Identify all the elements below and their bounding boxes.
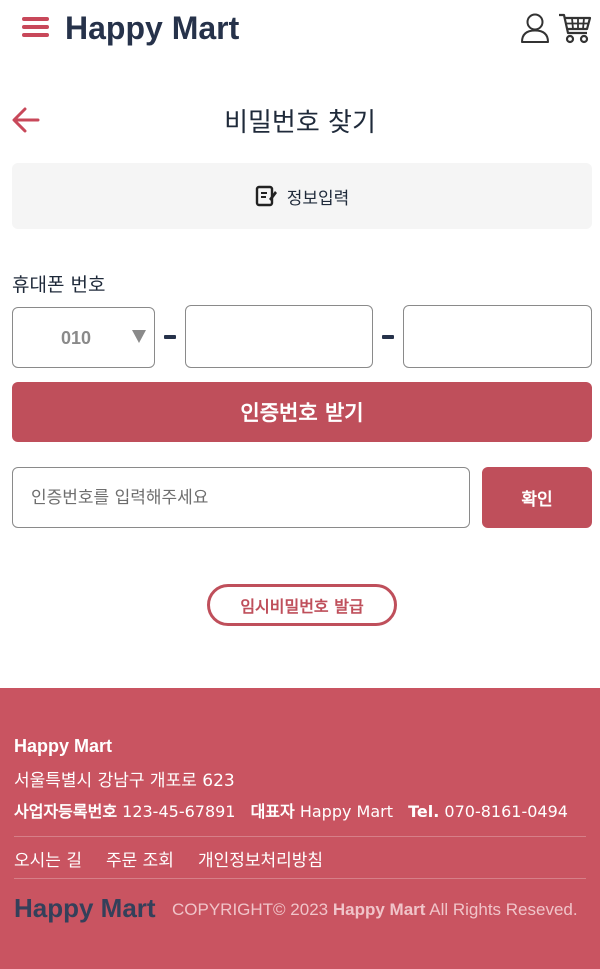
send-verification-code-button[interactable]: 인증번호 받기 <box>12 382 592 442</box>
edit-note-icon <box>255 185 277 207</box>
footer-divider <box>14 836 586 837</box>
phone-label: 휴대폰 번호 <box>12 274 106 296</box>
tel-label: Tel. <box>408 802 440 821</box>
footer: Happy Mart 서울특별시 강남구 개포로 623 사업자등록번호 123… <box>0 688 600 969</box>
footer-logo: Happy Mart <box>14 893 156 923</box>
menu-icon[interactable] <box>22 15 49 39</box>
footer-brand: Happy Mart <box>14 736 113 756</box>
biz-number: 123-45-67891 <box>122 802 236 821</box>
footer-link-directions[interactable]: 오시는 길 <box>14 846 82 871</box>
phone-prefix-value: 010 <box>61 328 92 348</box>
cart-icon[interactable] <box>558 11 592 45</box>
copyright-suffix: All Rights Reseved. <box>429 900 578 919</box>
footer-link-privacy-policy[interactable]: 개인정보처리방침 <box>198 846 323 871</box>
step-indicator: 정보입력 <box>12 163 592 229</box>
copyright: COPYRIGHT© 2023 Happy Mart All Rights Re… <box>172 900 578 920</box>
copyright-brand: Happy Mart <box>332 900 426 919</box>
header: Happy Mart <box>0 0 600 60</box>
dash-separator <box>382 335 394 339</box>
dash-separator <box>164 335 176 339</box>
tel-number: 070-8161-0494 <box>444 802 568 821</box>
confirm-button[interactable]: 확인 <box>482 467 592 528</box>
caret-down-icon <box>132 330 146 343</box>
biz-label: 사업자등록번호 <box>14 802 118 821</box>
phone-last-input[interactable] <box>403 305 592 368</box>
phone-middle-input[interactable] <box>185 305 373 368</box>
copyright-prefix: COPYRIGHT© 2023 <box>172 900 329 919</box>
rep-label: 대표자 <box>250 802 295 821</box>
rep-name: Happy Mart <box>299 802 394 821</box>
footer-address: 서울특별시 강남구 개포로 623 <box>14 771 235 791</box>
brand-logo[interactable]: Happy Mart <box>65 10 239 47</box>
footer-link-order-lookup[interactable]: 주문 조회 <box>106 846 174 871</box>
phone-number-row: 010 <box>12 305 592 368</box>
issue-temp-password-button[interactable]: 임시비밀번호 발급 <box>207 584 397 626</box>
footer-business-info: 사업자등록번호 123-45-67891 대표자 Happy Mart Tel.… <box>14 798 568 822</box>
footer-divider <box>14 878 586 879</box>
footer-links: 오시는 길 주문 조회 개인정보처리방침 <box>14 846 323 871</box>
verification-code-input[interactable] <box>12 467 470 528</box>
step-label: 정보입력 <box>286 188 350 209</box>
phone-prefix-select[interactable]: 010 <box>12 307 155 368</box>
page-title: 비밀번호 찾기 <box>224 108 376 138</box>
user-icon[interactable] <box>520 12 550 44</box>
